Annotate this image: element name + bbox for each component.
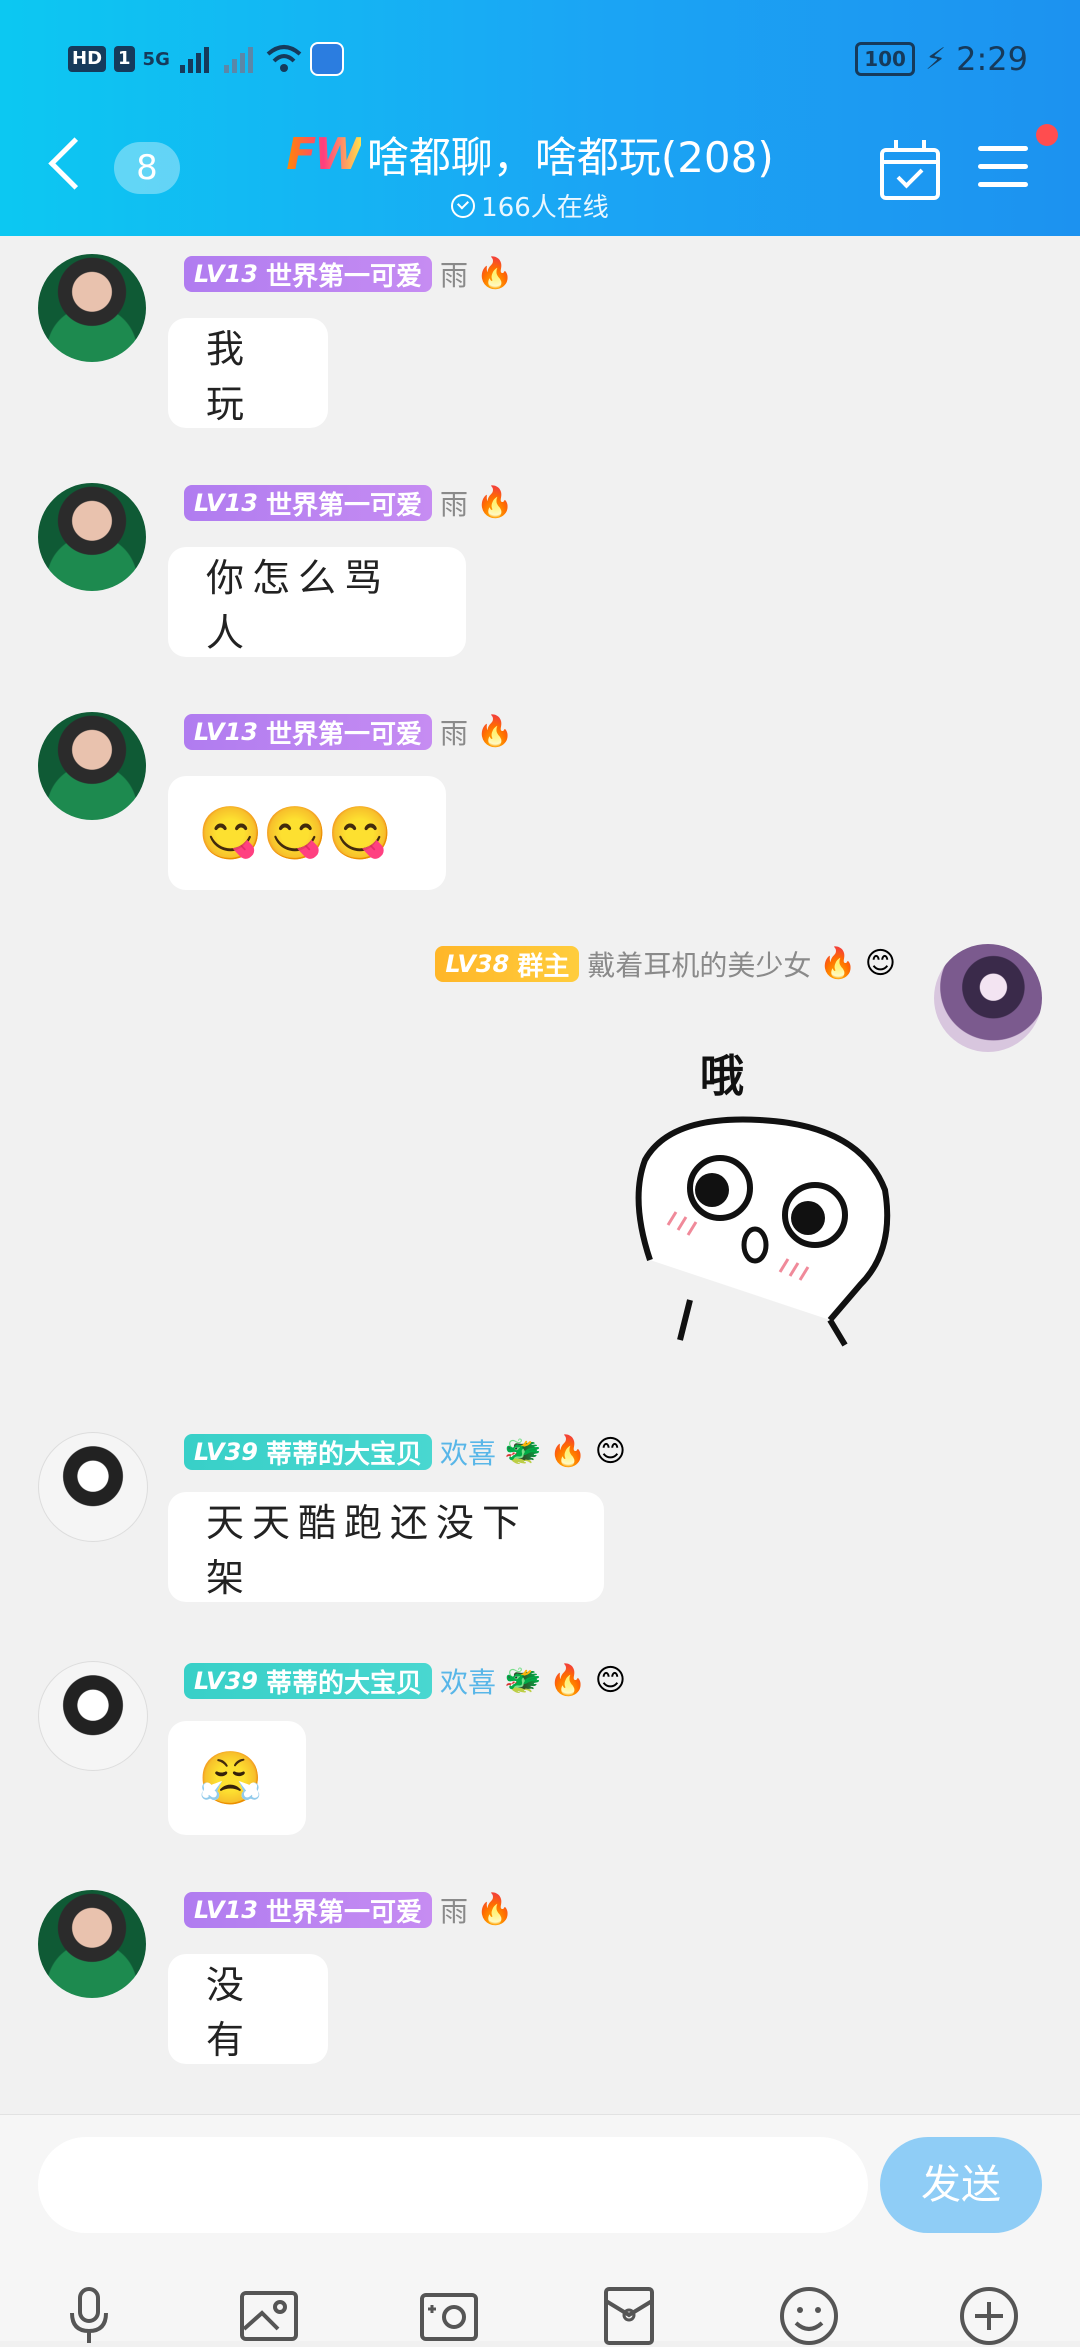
sender-name: 戴着耳机的美少女 bbox=[587, 949, 812, 982]
back-icon[interactable] bbox=[48, 137, 101, 190]
avatar[interactable] bbox=[38, 1432, 148, 1542]
group-title: 啥都聊，啥都玩(208) bbox=[366, 133, 774, 182]
signal-icon bbox=[179, 47, 209, 73]
menu-icon[interactable] bbox=[978, 146, 1028, 200]
camera-icon[interactable] bbox=[418, 2285, 480, 2347]
send-button[interactable]: 发送 bbox=[880, 2137, 1042, 2233]
dragon-icon: 🐲 bbox=[504, 1663, 542, 1698]
sender-meta: LV13 世界第一可爱 雨 🔥 bbox=[184, 1890, 513, 1930]
composer-bar: 发送 bbox=[0, 2114, 1080, 2345]
dragon-icon: 🐲 bbox=[504, 1434, 542, 1469]
smile-flower-icon: 😊 bbox=[594, 1434, 626, 1469]
avatar[interactable] bbox=[38, 1661, 148, 1771]
charging-icon: ⚡ bbox=[925, 41, 947, 77]
message-bubble[interactable]: 没有 bbox=[168, 1954, 328, 2064]
level-badge: LV13 世界第一可爱 bbox=[184, 1892, 432, 1928]
sender-name: 雨 bbox=[439, 259, 468, 292]
battery-indicator: 100 bbox=[855, 42, 916, 76]
status-bar: HD 1 5G 100 ⚡ 2:29 bbox=[0, 40, 1080, 86]
sticker-image[interactable]: 哦 bbox=[630, 1040, 900, 1360]
sender-meta: LV38 群主 戴着耳机的美少女 🔥 😊 bbox=[435, 944, 896, 984]
hd-indicator: HD bbox=[68, 46, 107, 72]
red-packet-icon[interactable] bbox=[598, 2285, 660, 2347]
message-bubble[interactable]: 我玩 bbox=[168, 318, 328, 428]
message-bubble[interactable]: 😋😋😋 bbox=[168, 776, 446, 890]
fire-icon: 🔥 bbox=[476, 256, 514, 291]
level-badge: LV13 世界第一可爱 bbox=[184, 256, 432, 292]
level-badge: LV13 世界第一可爱 bbox=[184, 485, 432, 521]
sender-name: 欢喜 bbox=[439, 1666, 496, 1699]
fire-icon: 🔥 bbox=[549, 1434, 587, 1469]
image-icon[interactable] bbox=[238, 2285, 300, 2347]
fire-icon: 🔥 bbox=[549, 1663, 587, 1698]
fire-icon: 🔥 bbox=[476, 714, 514, 749]
sim-indicator: 1 bbox=[114, 46, 135, 72]
online-icon bbox=[451, 193, 476, 218]
avatar[interactable] bbox=[38, 254, 146, 362]
sender-meta: LV13 世界第一可爱 雨 🔥 bbox=[184, 254, 513, 294]
message-bubble[interactable]: 你怎么骂人 bbox=[168, 547, 466, 657]
chat-header: HD 1 5G 100 ⚡ 2:29 8 FW 啥都聊，啥都玩(208) 166… bbox=[0, 0, 1080, 236]
level-badge: LV39 蒂蒂的大宝贝 bbox=[184, 1434, 432, 1470]
message-bubble[interactable]: 天天酷跑还没下架 bbox=[168, 1492, 604, 1602]
microphone-icon[interactable] bbox=[58, 2285, 120, 2347]
level-badge: LV13 世界第一可爱 bbox=[184, 714, 432, 750]
message-bubble[interactable]: 😤 bbox=[168, 1721, 306, 1835]
group-title-area[interactable]: FW 啥都聊，啥都玩(208) 166人在线 bbox=[250, 124, 810, 224]
avatar[interactable] bbox=[38, 483, 146, 591]
emoji-icon[interactable] bbox=[778, 2285, 840, 2347]
sender-meta: LV13 世界第一可爱 雨 🔥 bbox=[184, 712, 513, 752]
fire-icon: 🔥 bbox=[476, 485, 514, 520]
network-type: 5G bbox=[142, 48, 170, 70]
smile-flower-icon: 😊 bbox=[594, 1663, 626, 1698]
level-badge: LV39 蒂蒂的大宝贝 bbox=[184, 1663, 432, 1699]
fire-icon: 🔥 bbox=[819, 946, 857, 981]
sender-name: 欢喜 bbox=[439, 1437, 496, 1470]
sender-name: 雨 bbox=[439, 1895, 468, 1928]
signal-off-icon bbox=[223, 47, 253, 73]
avatar[interactable] bbox=[934, 944, 1042, 1052]
plus-icon[interactable] bbox=[958, 2285, 1020, 2347]
sender-meta: LV39 蒂蒂的大宝贝 欢喜 🐲 🔥 😊 bbox=[184, 1432, 626, 1472]
fire-icon: 🔥 bbox=[476, 1892, 514, 1927]
clock: 2:29 bbox=[956, 40, 1028, 78]
calendar-checkin-icon[interactable] bbox=[880, 140, 940, 200]
smile-flower-icon: 😊 bbox=[864, 946, 896, 981]
sender-meta: LV39 蒂蒂的大宝贝 欢喜 🐲 🔥 😊 bbox=[184, 1661, 626, 1701]
online-count: 166人在线 bbox=[481, 193, 609, 223]
group-logo: FW bbox=[286, 129, 363, 180]
owner-badge: LV38 群主 bbox=[435, 946, 580, 982]
sender-name: 雨 bbox=[439, 717, 468, 750]
app-status-icon bbox=[309, 42, 344, 76]
notification-dot bbox=[1036, 124, 1058, 146]
message-input[interactable] bbox=[38, 2137, 868, 2233]
avatar[interactable] bbox=[38, 712, 146, 820]
sender-meta: LV13 世界第一可爱 雨 🔥 bbox=[184, 483, 513, 523]
avatar[interactable] bbox=[38, 1890, 146, 1998]
sender-name: 雨 bbox=[439, 488, 468, 521]
unread-badge[interactable]: 8 bbox=[114, 142, 180, 194]
wifi-icon bbox=[266, 45, 302, 72]
